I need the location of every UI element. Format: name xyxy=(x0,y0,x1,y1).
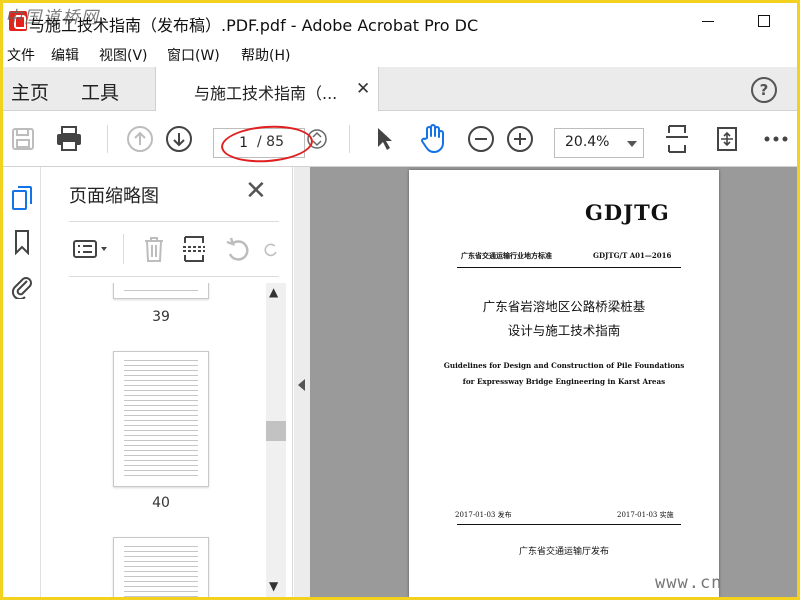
window-title: 与施工技术指南（发布稿）.PDF.pdf - Adobe Acrobat Pro… xyxy=(29,16,479,35)
standard-code: GDJTG xyxy=(585,200,670,225)
rotate-clockwise-icon[interactable] xyxy=(263,234,279,264)
tab-document-label: 与施工技术指南（... xyxy=(194,84,338,103)
panel-toolbar xyxy=(69,221,279,277)
zoom-dropdown[interactable]: 20.4% xyxy=(554,128,644,158)
zoom-value: 20.4% xyxy=(565,134,610,150)
print-icon[interactable] xyxy=(53,123,85,155)
panel-toolbar-divider xyxy=(123,234,124,264)
header-rule xyxy=(457,267,681,268)
insert-page-icon[interactable] xyxy=(179,234,209,264)
fit-page-icon[interactable] xyxy=(661,123,693,155)
thumbnail-panel: 页面缩略图 ✕ 39 40 ▲ ▼ xyxy=(41,167,293,597)
chevron-down-icon xyxy=(627,141,637,147)
title-bar: 中国道桥网 与施工技术指南（发布稿）.PDF.pdf - Adobe Acrob… xyxy=(3,3,797,41)
app-window: 中国道桥网 与施工技术指南（发布稿）.PDF.pdf - Adobe Acrob… xyxy=(0,0,800,600)
left-rail xyxy=(3,167,41,597)
panel-collapse-handle[interactable] xyxy=(294,167,310,597)
next-page-icon[interactable] xyxy=(163,123,195,155)
toolbar-divider xyxy=(349,125,350,153)
tab-home[interactable]: 主页 xyxy=(11,78,49,105)
footer-rule xyxy=(457,524,681,525)
page-thumbnail-number: 39 xyxy=(152,309,170,325)
menu-file[interactable]: 文件 xyxy=(7,45,35,65)
page-thumbnails-icon[interactable] xyxy=(9,183,35,213)
tab-bar: 主页 工具 与施工技术指南（... ✕ ? xyxy=(3,67,797,111)
menu-view[interactable]: 视图(V) xyxy=(99,45,148,65)
save-icon[interactable] xyxy=(7,123,39,155)
thumbnail-scrollbar[interactable]: ▲ ▼ xyxy=(266,283,286,597)
standard-category: 广东省交通运输行业地方标准 xyxy=(461,252,552,260)
tab-document[interactable]: 与施工技术指南（... ✕ xyxy=(155,67,379,111)
maximize-icon xyxy=(758,15,770,27)
thumbnail-text-lines xyxy=(124,544,198,597)
panel-title: 页面缩略图 xyxy=(69,186,159,207)
watermark-bottom: www.cn xyxy=(655,573,723,593)
thumbnail-list: 39 40 xyxy=(69,283,289,597)
page-thumbnail[interactable] xyxy=(113,283,209,299)
toolbar: / 85 20.4% xyxy=(3,111,797,167)
menu-help[interactable]: 帮助(H) xyxy=(241,45,290,65)
thumbnail-options-icon[interactable] xyxy=(71,234,111,264)
rotate-counter-icon[interactable] xyxy=(223,234,253,264)
standard-number: GDJTG/T A01—2016 xyxy=(593,251,672,260)
toolbar-divider xyxy=(107,125,108,153)
menu-window[interactable]: 窗口(W) xyxy=(167,45,220,65)
attachment-icon[interactable] xyxy=(9,271,35,301)
collapse-arrow-icon xyxy=(298,379,305,391)
prev-page-icon[interactable] xyxy=(124,123,156,155)
bookmark-icon[interactable] xyxy=(9,227,35,257)
pdf-page[interactable]: GDJTG 广东省交通运输行业地方标准 GDJTG/T A01—2016 广东省… xyxy=(409,170,719,597)
more-icon[interactable] xyxy=(760,123,792,155)
help-button[interactable]: ? xyxy=(751,77,777,103)
close-tab-icon[interactable]: ✕ xyxy=(356,79,370,99)
page-thumbnail[interactable] xyxy=(113,537,209,597)
document-title-line1: 广东省岩溶地区公路桥梁桩基 xyxy=(482,299,646,314)
menu-edit[interactable]: 编辑 xyxy=(51,45,79,65)
scrollbar-thumb[interactable] xyxy=(266,421,286,441)
minimize-icon xyxy=(702,20,714,22)
thumbnail-text-lines xyxy=(124,288,198,292)
scroll-down-icon[interactable]: ▼ xyxy=(269,579,278,593)
page-thumbnail-number: 40 xyxy=(152,495,170,511)
delete-icon[interactable] xyxy=(139,234,169,264)
english-title-line2: for Expressway Bridge Engineering in Kar… xyxy=(462,377,666,386)
thumbnail-text-lines xyxy=(124,358,198,480)
issue-date: 2017-01-03 发布 xyxy=(455,511,512,519)
select-cursor-icon[interactable] xyxy=(369,123,401,155)
menu-bar: 文件 编辑 视图(V) 窗口(W) 帮助(H) xyxy=(3,41,797,67)
publisher: 广东省交通运输厅发布 xyxy=(518,547,609,557)
english-title-line1: Guidelines for Design and Construction o… xyxy=(443,361,685,370)
rotate-view-icon[interactable] xyxy=(711,123,743,155)
document-title-line2: 设计与施工技术指南 xyxy=(507,323,621,338)
minimize-button[interactable] xyxy=(691,7,725,35)
close-icon[interactable]: ✕ xyxy=(245,177,267,205)
zoom-in-icon[interactable] xyxy=(504,123,536,155)
zoom-out-icon[interactable] xyxy=(465,123,497,155)
implement-date: 2017-01-03 实施 xyxy=(617,511,674,519)
maximize-button[interactable] xyxy=(747,7,781,35)
tab-tools[interactable]: 工具 xyxy=(81,78,119,105)
page-thumbnail[interactable] xyxy=(113,351,209,487)
hand-icon[interactable] xyxy=(417,123,449,155)
scroll-up-icon[interactable]: ▲ xyxy=(269,285,278,299)
